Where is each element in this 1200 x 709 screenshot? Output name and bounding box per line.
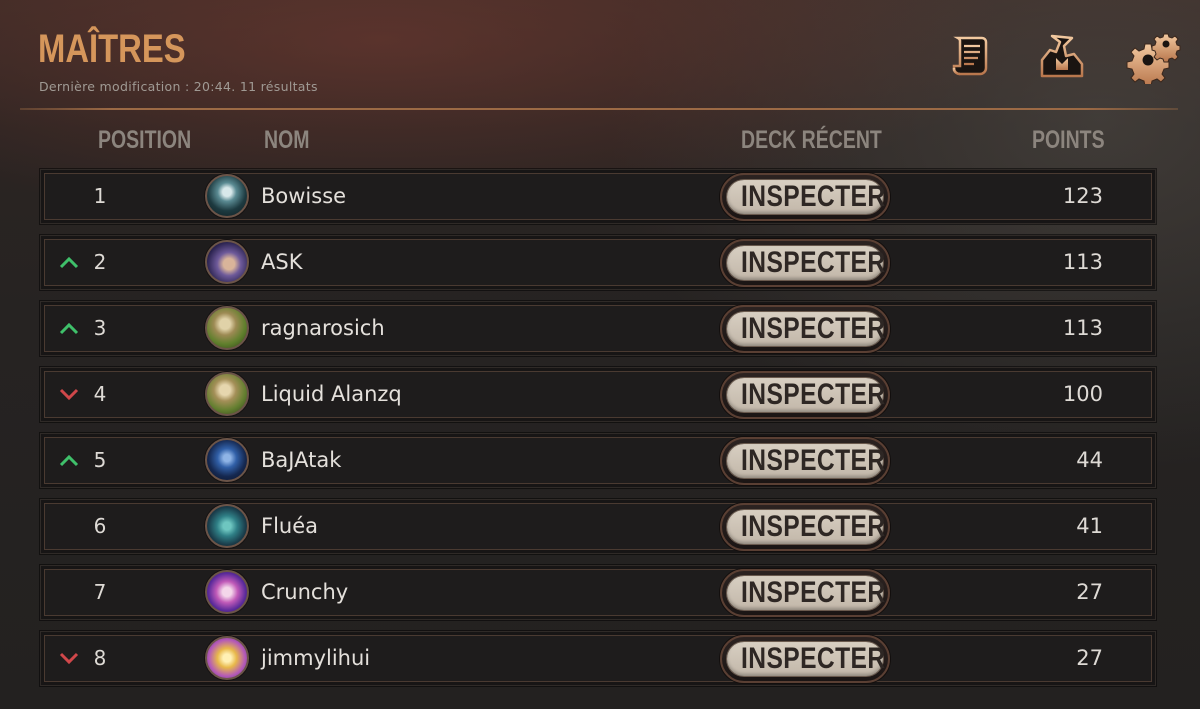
inspect-button-label: INSPECTER xyxy=(741,180,886,213)
column-header-position: POSITION xyxy=(98,126,192,154)
inspect-button[interactable]: INSPECTER xyxy=(720,305,890,353)
page-title: MAÎTRES xyxy=(38,27,186,71)
player-name: Bowisse xyxy=(261,184,347,208)
column-header-deck: DECK RÉCENT xyxy=(741,126,882,154)
inspect-button-face: INSPECTER xyxy=(727,378,886,412)
inspect-button[interactable]: INSPECTER xyxy=(720,239,890,287)
player-name: Liquid Alanzq xyxy=(261,382,402,406)
player-points: 27 xyxy=(1076,646,1103,670)
player-points: 123 xyxy=(1062,184,1103,208)
position-number: 5 xyxy=(93,448,107,472)
trend-none xyxy=(59,188,79,204)
last-modified-subtitle: Dernière modification : 20:44. 11 résult… xyxy=(39,79,318,94)
inspect-button-face: INSPECTER xyxy=(727,312,886,346)
position-number: 3 xyxy=(93,316,107,340)
trend-up-icon xyxy=(59,320,79,336)
inspect-button-label: INSPECTER xyxy=(741,312,886,345)
player-points: 113 xyxy=(1062,250,1103,274)
inspect-button-face: INSPECTER xyxy=(727,642,886,676)
trend-up-icon xyxy=(59,254,79,270)
table-row: 3 ragnarosich INSPECTER 113 xyxy=(40,301,1156,356)
table-row: 6 Fluéa INSPECTER 41 xyxy=(40,499,1156,554)
table-row: 1 Bowisse INSPECTER 123 xyxy=(40,169,1156,224)
scroll-icon[interactable] xyxy=(944,28,1000,84)
player-name: ASK xyxy=(261,250,303,274)
column-header-name: NOM xyxy=(264,126,310,154)
player-points: 27 xyxy=(1076,580,1103,604)
inspect-button-label: INSPECTER xyxy=(741,444,886,477)
inspect-button-label: INSPECTER xyxy=(741,510,886,543)
header-divider xyxy=(20,108,1178,110)
table-row: 2 ASK INSPECTER 113 xyxy=(40,235,1156,290)
avatar xyxy=(205,174,249,218)
inspect-button[interactable]: INSPECTER xyxy=(720,437,890,485)
inspect-button[interactable]: INSPECTER xyxy=(720,173,890,221)
inspect-button-label: INSPECTER xyxy=(741,378,886,411)
position-number: 7 xyxy=(93,580,107,604)
player-name: BaJAtak xyxy=(261,448,342,472)
inspect-button[interactable]: INSPECTER xyxy=(720,503,890,551)
trend-none xyxy=(59,584,79,600)
inspect-button-label: INSPECTER xyxy=(741,642,886,675)
inspect-button-label: INSPECTER xyxy=(741,246,886,279)
player-name: ragnarosich xyxy=(261,316,385,340)
table-row: 7 Crunchy INSPECTER 27 xyxy=(40,565,1156,620)
gear-icon[interactable] xyxy=(1126,28,1182,84)
avatar xyxy=(205,570,249,614)
avatar xyxy=(205,504,249,548)
champion-bust-icon[interactable] xyxy=(1034,28,1090,84)
column-header-points: POINTS xyxy=(1032,126,1105,154)
avatar xyxy=(205,372,249,416)
trend-none xyxy=(59,518,79,534)
position-number: 2 xyxy=(93,250,107,274)
leaderboard-list: 1 Bowisse INSPECTER 123 2 ASK INSPECTER … xyxy=(40,169,1156,697)
player-name: Fluéa xyxy=(261,514,319,538)
inspect-button-face: INSPECTER xyxy=(727,246,886,280)
avatar xyxy=(205,438,249,482)
avatar xyxy=(205,636,249,680)
player-points: 44 xyxy=(1076,448,1103,472)
player-points: 100 xyxy=(1062,382,1103,406)
table-row: 4 Liquid Alanzq INSPECTER 100 xyxy=(40,367,1156,422)
table-row: 5 BaJAtak INSPECTER 44 xyxy=(40,433,1156,488)
trend-down-icon xyxy=(59,650,79,666)
position-number: 6 xyxy=(93,514,107,538)
inspect-button-face: INSPECTER xyxy=(727,444,886,478)
inspect-button-label: INSPECTER xyxy=(741,576,886,609)
avatar xyxy=(205,306,249,350)
avatar xyxy=(205,240,249,284)
player-points: 113 xyxy=(1062,316,1103,340)
position-number: 1 xyxy=(93,184,107,208)
player-points: 41 xyxy=(1076,514,1103,538)
inspect-button-face: INSPECTER xyxy=(727,180,886,214)
inspect-button[interactable]: INSPECTER xyxy=(720,635,890,683)
inspect-button[interactable]: INSPECTER xyxy=(720,569,890,617)
inspect-button-face: INSPECTER xyxy=(727,510,886,544)
player-name: jimmylihui xyxy=(261,646,371,670)
table-row: 8 jimmylihui INSPECTER 27 xyxy=(40,631,1156,686)
trend-down-icon xyxy=(59,386,79,402)
inspect-button[interactable]: INSPECTER xyxy=(720,371,890,419)
position-number: 4 xyxy=(93,382,107,406)
trend-up-icon xyxy=(59,452,79,468)
position-number: 8 xyxy=(93,646,107,670)
player-name: Crunchy xyxy=(261,580,349,604)
inspect-button-face: INSPECTER xyxy=(727,576,886,610)
